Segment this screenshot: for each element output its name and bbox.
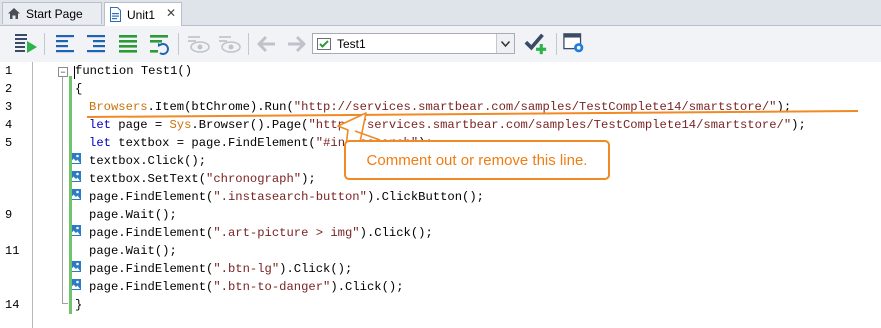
tab-start-page-label: Start Page [26, 6, 83, 21]
tab-unit1-label: Unit1 [127, 7, 156, 22]
evaluate-button[interactable] [217, 32, 241, 56]
close-tab-icon[interactable]: ✕ [166, 6, 176, 20]
routine-selector-combo[interactable]: Test1 [312, 33, 515, 54]
comment-lines-icon [119, 35, 137, 53]
code-editor[interactable]: 1 2 3 4 5 9 11 14 − function Test1() { B… [0, 62, 881, 328]
uncomment-button[interactable] [147, 32, 171, 56]
comment-button[interactable] [116, 32, 140, 56]
watch-button[interactable] [186, 32, 210, 56]
tab-start-page[interactable]: Start Page [2, 2, 102, 24]
add-checkpoint-button[interactable] [524, 32, 548, 56]
chevron-down-icon[interactable] [496, 34, 514, 53]
run-test-icon [15, 34, 37, 53]
routine-icon [317, 37, 331, 50]
navigate-forward-button[interactable] [284, 32, 308, 56]
settings-button[interactable] [563, 32, 587, 56]
indent-left-button[interactable] [53, 32, 77, 56]
annotation-callout-text: Comment out or remove this line. [366, 151, 588, 169]
checkmark-add-icon [524, 33, 547, 55]
toolbar-separator [556, 33, 557, 55]
uncomment-lines-icon [150, 35, 169, 55]
home-icon [8, 8, 20, 19]
toolbar-separator [178, 33, 179, 55]
arrow-right-icon [288, 35, 306, 53]
window-gear-icon [563, 33, 584, 53]
run-test-button[interactable] [14, 32, 38, 56]
toolbar-separator [44, 33, 45, 55]
indent-right-button[interactable] [84, 32, 108, 56]
tab-unit1[interactable]: Unit1 ✕ [104, 2, 182, 26]
align-right-icon [87, 35, 105, 53]
editor-toolbar: Test1 [0, 26, 881, 63]
annotation-callout: Comment out or remove this line. [344, 140, 610, 180]
annotation-underline [86, 110, 859, 118]
navigate-back-button[interactable] [255, 32, 279, 56]
unit-file-icon [110, 7, 121, 22]
toolbar-separator [248, 33, 249, 55]
routine-selector-value: Test1 [337, 36, 366, 51]
align-left-icon [56, 35, 74, 53]
eye-list-disabled-icon [219, 36, 241, 53]
eye-disabled-icon [188, 36, 210, 53]
annotation-overlay [86, 110, 859, 147]
arrow-left-icon [257, 35, 275, 53]
document-tab-bar: Start Page Unit1 ✕ [0, 0, 881, 26]
